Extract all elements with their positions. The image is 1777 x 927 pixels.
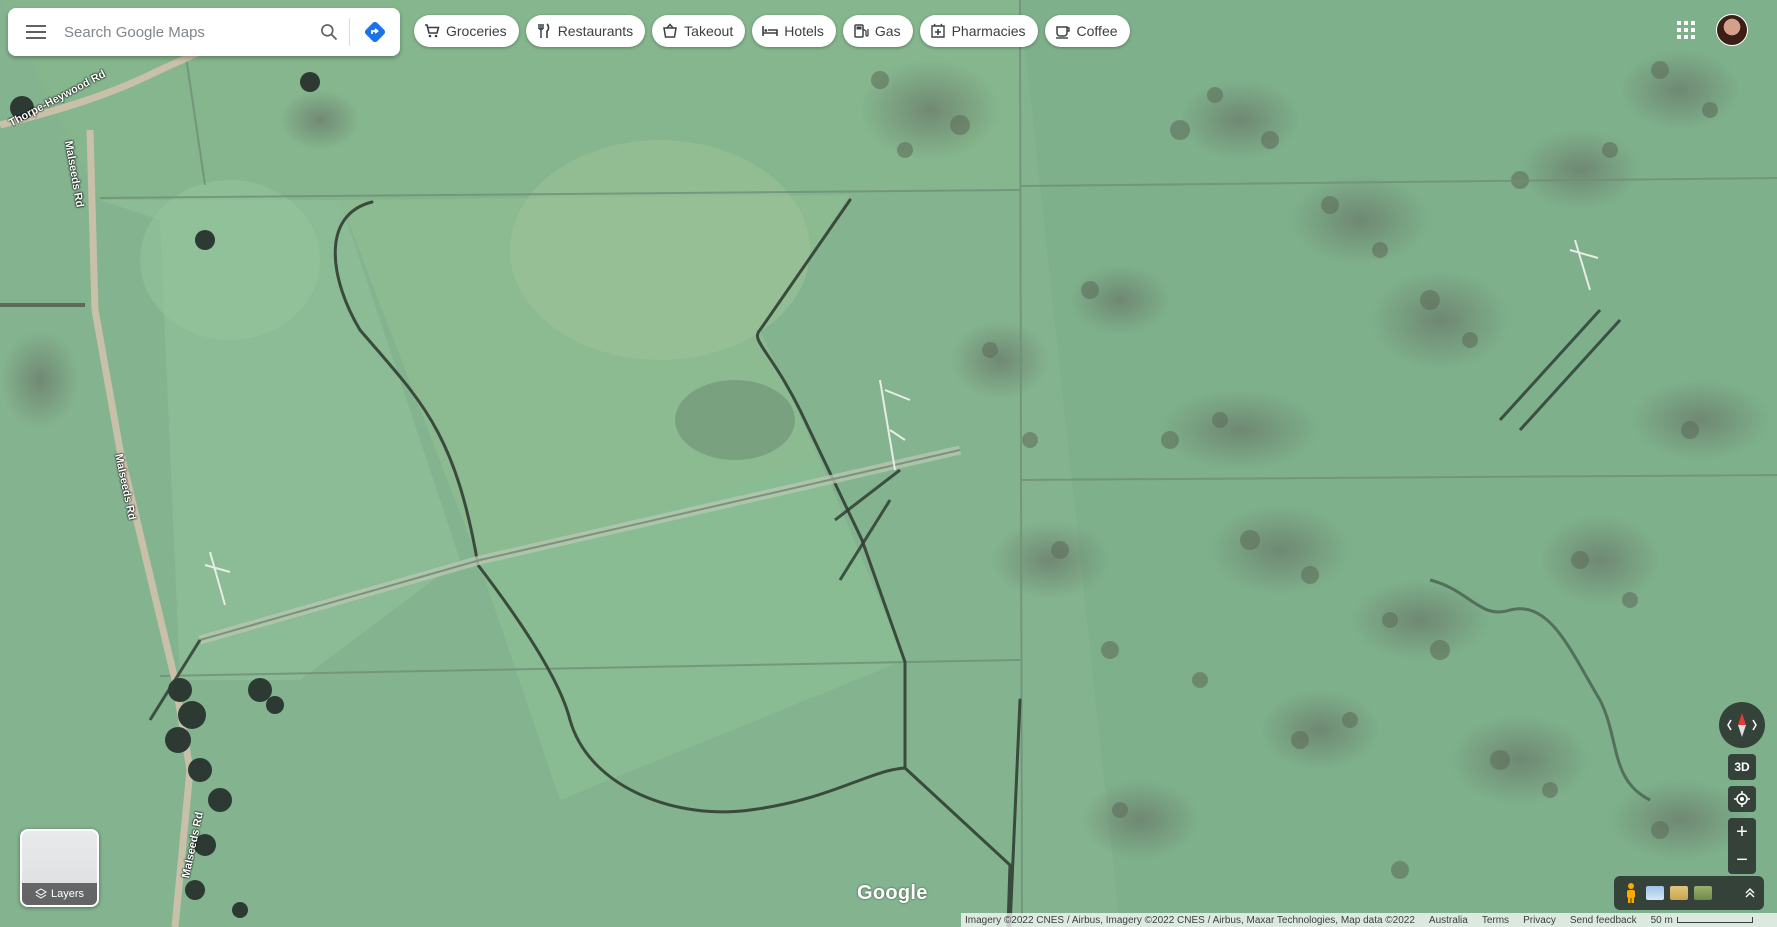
fork-knife-icon <box>537 23 549 38</box>
3d-toggle-button[interactable]: 3D <box>1728 754 1756 780</box>
account-avatar[interactable] <box>1716 14 1748 46</box>
coffee-cup-icon <box>1055 26 1070 39</box>
search-button[interactable] <box>309 8 349 56</box>
search-input[interactable] <box>64 23 309 41</box>
bed-icon <box>762 26 779 36</box>
pharmacy-icon <box>930 23 945 38</box>
chip-label: Pharmacies <box>951 23 1026 39</box>
scale-bar <box>1676 917 1753 923</box>
pegman-icon[interactable] <box>1622 882 1640 904</box>
map-footer: Imagery ©2022 CNES / Airbus, Imagery ©20… <box>961 913 1777 927</box>
layers-button[interactable]: Layers <box>20 829 99 907</box>
scale-label: 50 m <box>1650 914 1673 926</box>
layers-icon <box>35 888 47 899</box>
satellite-map[interactable] <box>0 0 1777 927</box>
cart-icon <box>425 24 440 38</box>
my-location-button[interactable] <box>1728 786 1756 812</box>
zoom-in-button[interactable]: + <box>1728 818 1756 846</box>
layers-label-row: Layers <box>22 883 97 905</box>
chip-takeout[interactable]: Takeout <box>652 15 746 47</box>
privacy-link[interactable]: Privacy <box>1523 915 1556 926</box>
my-location-icon <box>1734 791 1750 807</box>
terrain-thumbnail[interactable] <box>1670 886 1688 900</box>
menu-button[interactable] <box>8 8 64 56</box>
category-chips: Groceries Restaurants Takeout Hotels Gas <box>414 15 1130 47</box>
imagery-toolbar <box>1614 876 1764 910</box>
chip-coffee[interactable]: Coffee <box>1044 15 1130 47</box>
imagery-attribution: Imagery ©2022 CNES / Airbus, Imagery ©20… <box>965 914 1415 926</box>
apps-grid-icon[interactable] <box>1674 18 1698 42</box>
chip-gas[interactable]: Gas <box>842 15 913 47</box>
scale-indicator[interactable]: 50 m <box>1651 915 1753 926</box>
takeout-icon <box>663 23 678 38</box>
chip-label: Gas <box>874 23 901 39</box>
chip-label: Coffee <box>1076 23 1118 39</box>
gas-pump-icon <box>854 24 869 38</box>
send-feedback-link[interactable]: Send feedback <box>1570 915 1637 926</box>
search-box <box>8 8 400 56</box>
photo-thumbnail[interactable] <box>1694 886 1712 900</box>
chip-restaurants[interactable]: Restaurants <box>525 15 646 47</box>
google-logo: Google <box>857 882 928 904</box>
zoom-controls: + − <box>1728 818 1756 874</box>
chevron-up-icon[interactable] <box>1744 887 1756 899</box>
search-icon <box>321 24 338 41</box>
compass-icon <box>1727 713 1757 737</box>
chip-pharmacies[interactable]: Pharmacies <box>919 15 1038 47</box>
chip-label: Takeout <box>684 23 734 39</box>
hamburger-menu-icon <box>26 25 46 39</box>
terms-link[interactable]: Terms <box>1482 915 1509 926</box>
chip-label: Restaurants <box>557 23 634 39</box>
region-link[interactable]: Australia <box>1429 915 1468 926</box>
zoom-out-button[interactable]: − <box>1728 846 1756 874</box>
chip-label: Groceries <box>446 23 507 39</box>
compass-button[interactable] <box>1719 702 1765 748</box>
chip-hotels[interactable]: Hotels <box>752 15 836 47</box>
chip-label: Hotels <box>784 23 824 39</box>
directions-button[interactable] <box>350 8 400 56</box>
layers-label: Layers <box>50 888 85 900</box>
directions-icon <box>364 21 386 43</box>
chip-groceries[interactable]: Groceries <box>414 15 519 47</box>
street-view-thumbnail[interactable] <box>1646 886 1664 900</box>
